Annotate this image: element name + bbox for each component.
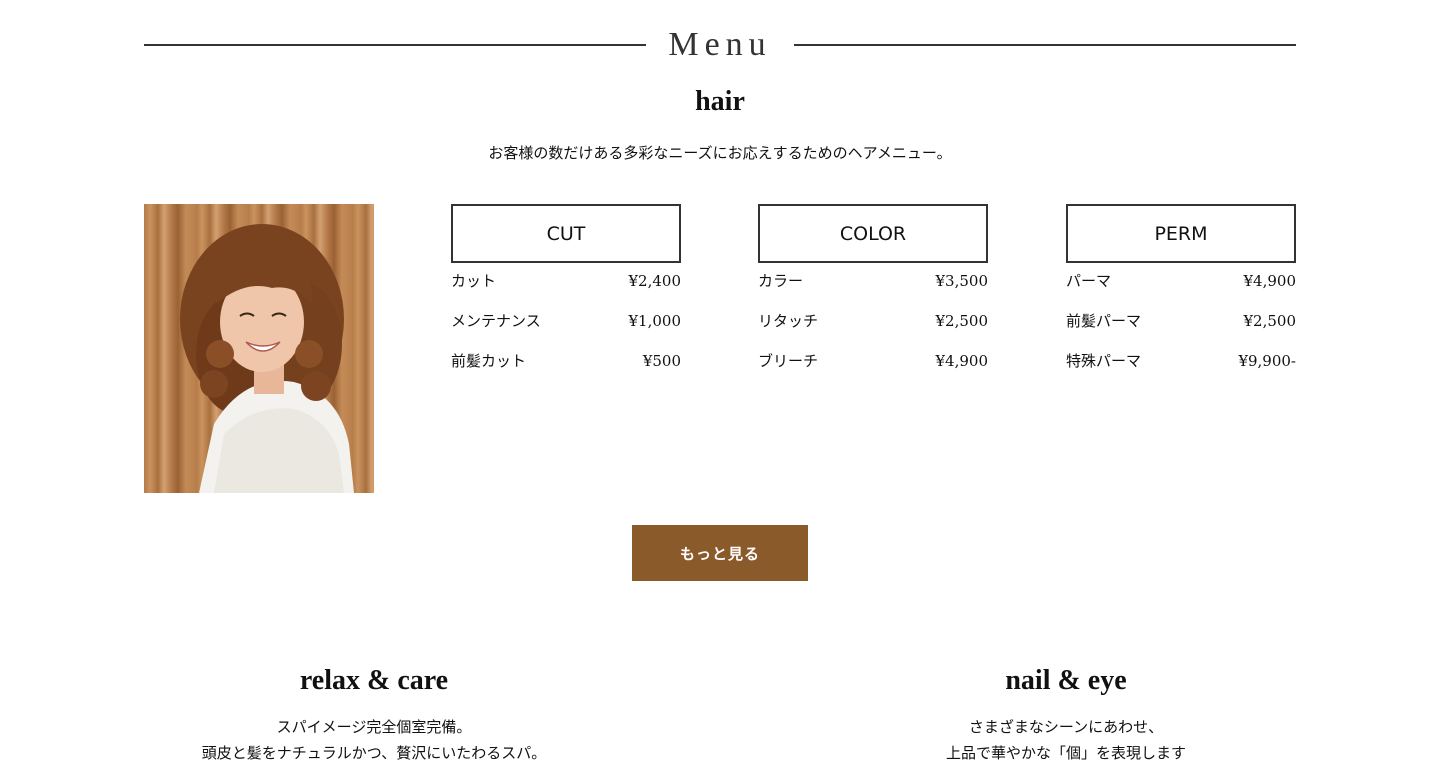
hair-model-illustration	[180, 224, 354, 493]
heading-rule-left	[144, 44, 647, 46]
color-category-button[interactable]: COLOR	[758, 204, 988, 263]
menu-heading: Menu	[144, 22, 1297, 68]
price-row: 特殊パーマ ¥9,900-	[1066, 341, 1296, 381]
nail-eye-title: nail & eye	[1005, 665, 1127, 696]
color-price-list: カラー ¥3,500 リタッチ ¥2,500 ブリーチ ¥4,900	[758, 261, 988, 381]
price-row: カラー ¥3,500	[758, 261, 988, 301]
service-name: パーマ	[1066, 272, 1112, 290]
service-name: 特殊パーマ	[1066, 352, 1142, 370]
service-price: ¥2,400	[628, 272, 682, 290]
price-row: ブリーチ ¥4,900	[758, 341, 988, 381]
service-price: ¥4,900	[935, 352, 989, 370]
relax-care-line-2: 頭皮と髪をナチュラルかつ、贅沢にいたわるスパ。	[201, 744, 547, 762]
service-name: カット	[451, 272, 497, 290]
relax-care-description: スパイメージ完全個室完備。 頭皮と髪をナチュラルかつ、贅沢にいたわるスパ。	[84, 714, 664, 766]
relax-care-line-1: スパイメージ完全個室完備。	[276, 718, 472, 736]
price-row: 前髪パーマ ¥2,500	[1066, 301, 1296, 341]
price-row: カット ¥2,400	[451, 261, 681, 301]
relax-care-title: relax & care	[299, 665, 449, 696]
nail-eye-line-2: 上品で華やかな「個」を表現します	[945, 744, 1186, 762]
service-name: リタッチ	[758, 312, 819, 330]
menu-column-color: COLOR カラー ¥3,500 リタッチ ¥2,500 ブリーチ ¥4,900	[758, 204, 988, 381]
service-name: ブリーチ	[758, 352, 819, 370]
cut-price-list: カット ¥2,400 メンテナンス ¥1,000 前髪カット ¥500	[451, 261, 681, 381]
service-price: ¥2,500	[935, 312, 989, 330]
perm-category-button[interactable]: PERM	[1066, 204, 1296, 263]
more-button[interactable]: もっと見る	[632, 525, 808, 581]
service-price: ¥2,500	[1243, 312, 1297, 330]
menu-title: Menu	[668, 26, 772, 63]
service-name: カラー	[758, 272, 804, 290]
hair-section-title: hair	[695, 86, 745, 117]
nail-eye-description: さまざまなシーンにあわせ、 上品で華やかな「個」を表現します	[776, 714, 1356, 766]
service-price: ¥1,000	[628, 312, 682, 330]
nail-eye-line-1: さまざまなシーンにあわせ、	[968, 718, 1164, 736]
menu-column-cut: CUT カット ¥2,400 メンテナンス ¥1,000 前髪カット ¥500	[451, 204, 681, 381]
hair-model-photo	[144, 204, 374, 493]
service-name: メンテナンス	[451, 312, 541, 330]
price-row: パーマ ¥4,900	[1066, 261, 1296, 301]
service-price: ¥500	[642, 352, 681, 370]
menu-column-perm: PERM パーマ ¥4,900 前髪パーマ ¥2,500 特殊パーマ ¥9,90…	[1066, 204, 1296, 381]
service-price: ¥4,900	[1243, 272, 1297, 290]
service-price: ¥3,500	[935, 272, 989, 290]
service-name: 前髪パーマ	[1066, 312, 1142, 330]
hair-section-description: お客様の数だけある多彩なニーズにお応えするためのヘアメニュー。	[488, 144, 952, 162]
nail-eye-section: nail & eye さまざまなシーンにあわせ、 上品で華やかな「個」を表現しま…	[776, 664, 1356, 766]
price-row: メンテナンス ¥1,000	[451, 301, 681, 341]
cut-category-button[interactable]: CUT	[451, 204, 681, 263]
price-row: リタッチ ¥2,500	[758, 301, 988, 341]
price-row: 前髪カット ¥500	[451, 341, 681, 381]
perm-price-list: パーマ ¥4,900 前髪パーマ ¥2,500 特殊パーマ ¥9,900-	[1066, 261, 1296, 381]
relax-care-section: relax & care スパイメージ完全個室完備。 頭皮と髪をナチュラルかつ、…	[84, 664, 664, 766]
service-price: ¥9,900-	[1238, 352, 1296, 370]
service-name: 前髪カット	[451, 352, 527, 370]
heading-rule-right	[793, 44, 1297, 46]
